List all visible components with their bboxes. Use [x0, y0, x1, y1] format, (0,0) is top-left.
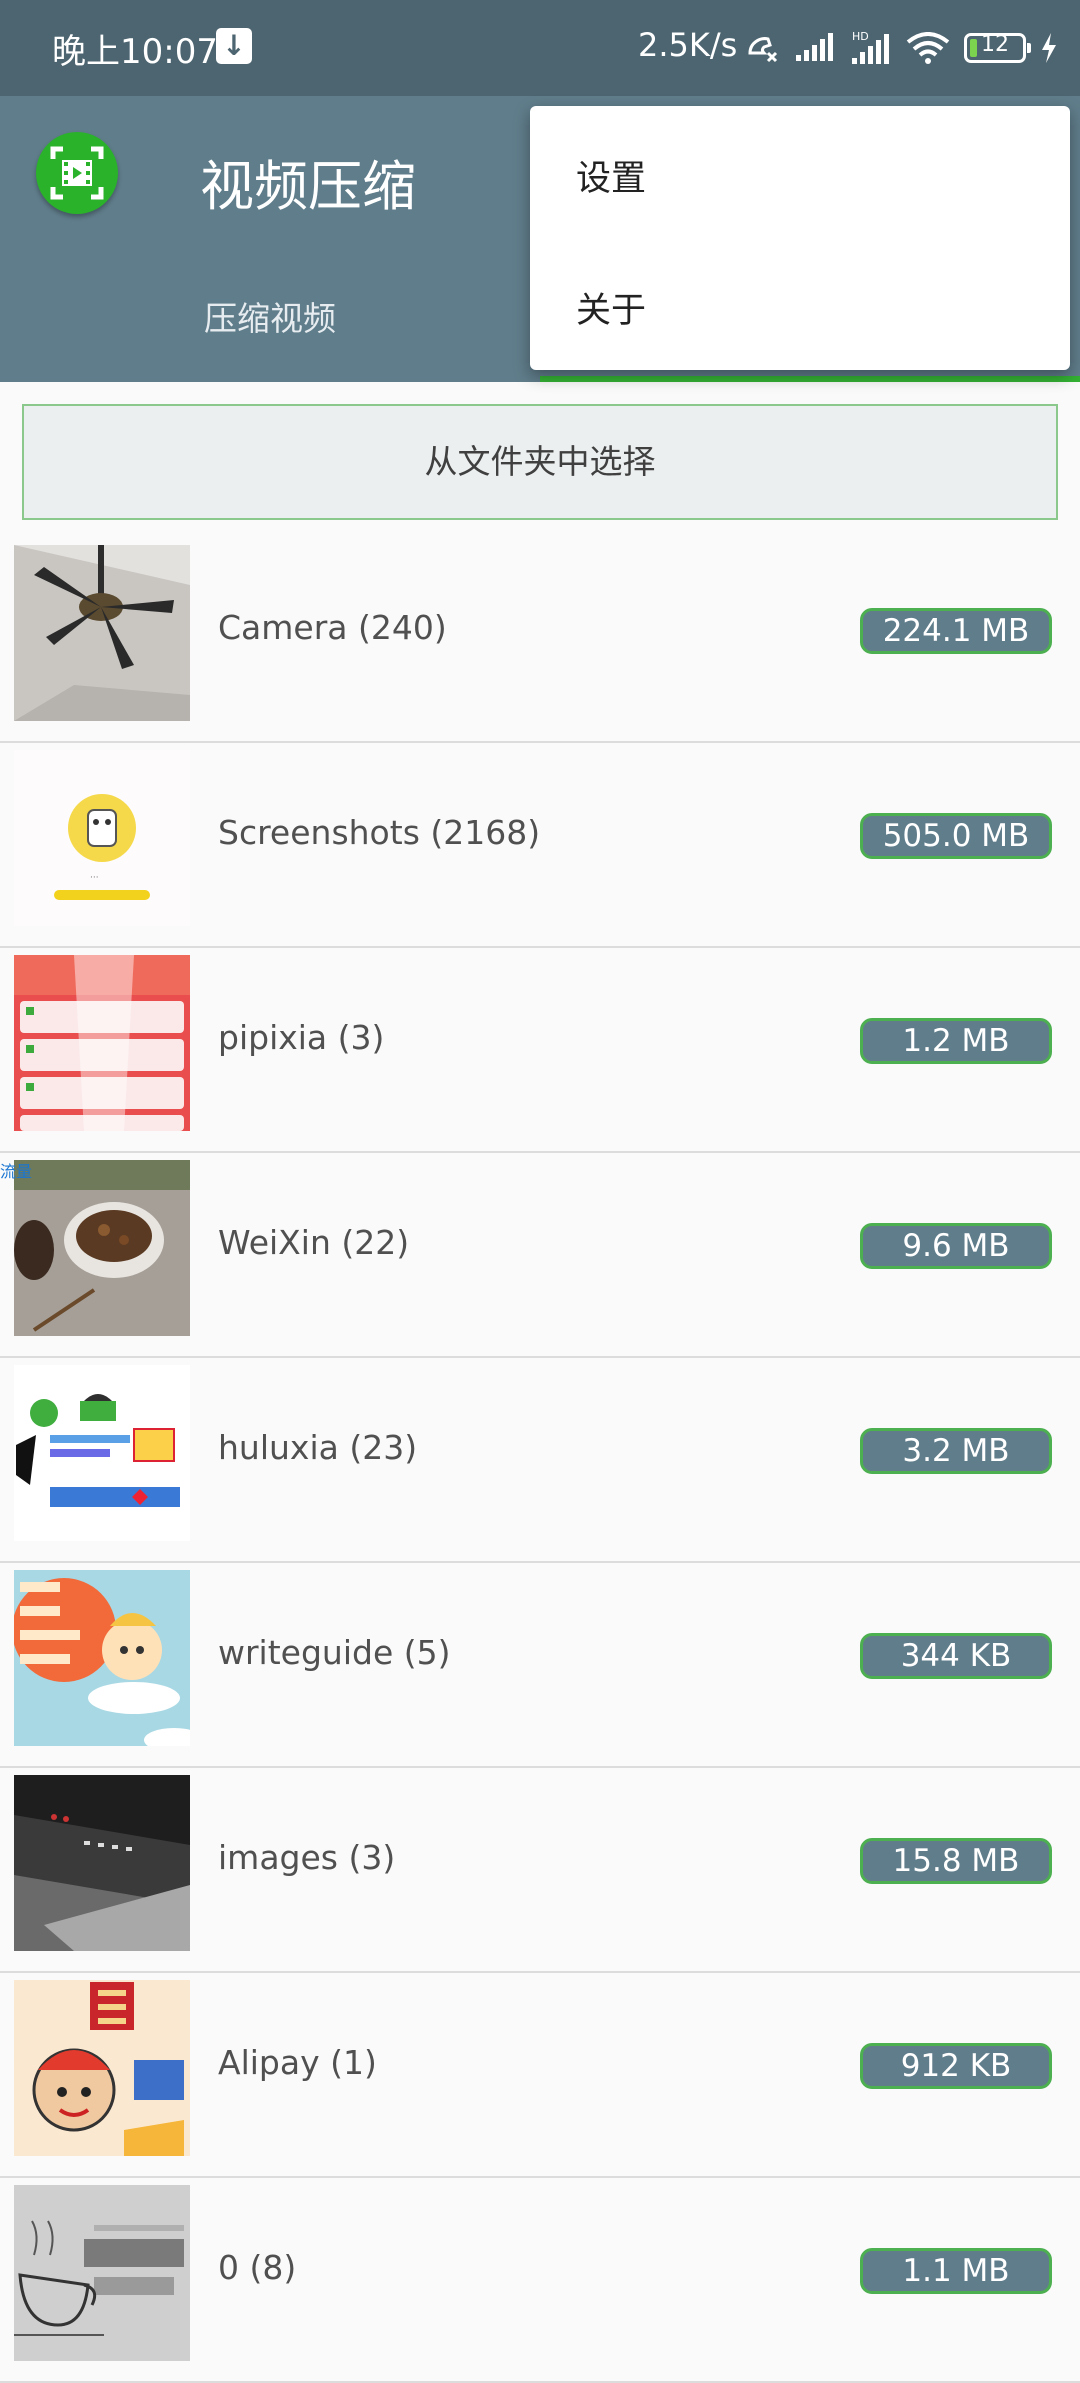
app-logo-icon [36, 132, 118, 214]
folder-size-badge: 912 KB [860, 2043, 1052, 2089]
folder-thumbnail [14, 955, 190, 1131]
tab-compress-video[interactable]: 压缩视频 [204, 292, 336, 340]
charging-icon [1042, 33, 1056, 63]
status-time: 晚上10:07 [52, 32, 218, 72]
signal-icon [796, 33, 833, 61]
status-bar: 晚上10:07 ↓ 2.5K/s HD 12 [0, 0, 1080, 96]
folder-thumbnail [14, 1365, 190, 1541]
svg-text:HD: HD [852, 30, 869, 43]
battery-icon: 12 [964, 32, 1031, 63]
folder-size-badge: 1.1 MB [860, 2248, 1052, 2294]
folder-row-pipixia[interactable]: pipixia (3) 1.2 MB [0, 948, 1080, 1153]
folder-name: writeguide (5) [218, 1633, 451, 1672]
folder-size-badge: 3.2 MB [860, 1428, 1052, 1474]
overflow-menu: 设置 关于 [530, 106, 1070, 370]
status-icons: HD 12 [746, 24, 1058, 72]
folder-thumbnail [14, 1570, 190, 1746]
folder-thumbnail [14, 1980, 190, 2156]
data-usage-watermark: 流量 [0, 1162, 33, 1181]
menu-item-about[interactable]: 关于 [576, 282, 646, 333]
folder-size-badge: 224.1 MB [860, 608, 1052, 654]
wifi-icon [906, 32, 950, 64]
folder-name: WeiXin (22) [218, 1223, 410, 1262]
folder-name: huluxia (23) [218, 1428, 418, 1467]
folder-name: images (3) [218, 1838, 396, 1877]
folder-name: Screenshots (2168) [218, 813, 541, 852]
choose-from-folder-button[interactable]: 从文件夹中选择 [22, 404, 1058, 520]
folder-row-writeguide[interactable]: writeguide (5) 344 KB [0, 1563, 1080, 1768]
folder-thumbnail: ··· [14, 750, 190, 926]
folder-row-images[interactable]: images (3) 15.8 MB [0, 1768, 1080, 1973]
folder-thumbnail [14, 2185, 190, 2361]
call-icon [748, 37, 778, 63]
folder-thumbnail [14, 1775, 190, 1951]
app-title: 视频压缩 [200, 155, 416, 218]
folder-row-weixin[interactable]: WeiXin (22) 9.6 MB [0, 1153, 1080, 1358]
hd-signal-icon: HD [852, 30, 889, 64]
svg-text:···: ··· [90, 873, 99, 883]
folder-name: Camera (240) [218, 608, 447, 647]
folder-name: 0 (8) [218, 2248, 297, 2287]
folder-thumbnail [14, 1160, 190, 1336]
folder-row-camera[interactable]: Camera (240) 224.1 MB [0, 538, 1080, 743]
folder-row-huluxia[interactable]: huluxia (23) 3.2 MB [0, 1358, 1080, 1563]
folder-thumbnail [14, 545, 190, 721]
tab-indicator [540, 376, 1080, 382]
menu-item-settings[interactable]: 设置 [576, 150, 646, 201]
folder-row-screenshots[interactable]: ··· Screenshots (2168) 505.0 MB [0, 743, 1080, 948]
folder-size-badge: 505.0 MB [860, 813, 1052, 859]
network-speed: 2.5K/s [638, 26, 738, 64]
download-notify-icon: ↓ [216, 28, 252, 64]
battery-level: 12 [981, 32, 1009, 57]
folder-name: pipixia (3) [218, 1018, 385, 1057]
folder-size-badge: 15.8 MB [860, 1838, 1052, 1884]
folder-name: Alipay (1) [218, 2043, 377, 2082]
folder-list: Camera (240) 224.1 MB ··· Screenshots (2… [0, 538, 1080, 2383]
folder-size-badge: 9.6 MB [860, 1223, 1052, 1269]
folder-size-badge: 1.2 MB [860, 1018, 1052, 1064]
folder-row-alipay[interactable]: Alipay (1) 912 KB [0, 1973, 1080, 2178]
folder-size-badge: 344 KB [860, 1633, 1052, 1679]
folder-row-0[interactable]: 0 (8) 1.1 MB [0, 2178, 1080, 2383]
